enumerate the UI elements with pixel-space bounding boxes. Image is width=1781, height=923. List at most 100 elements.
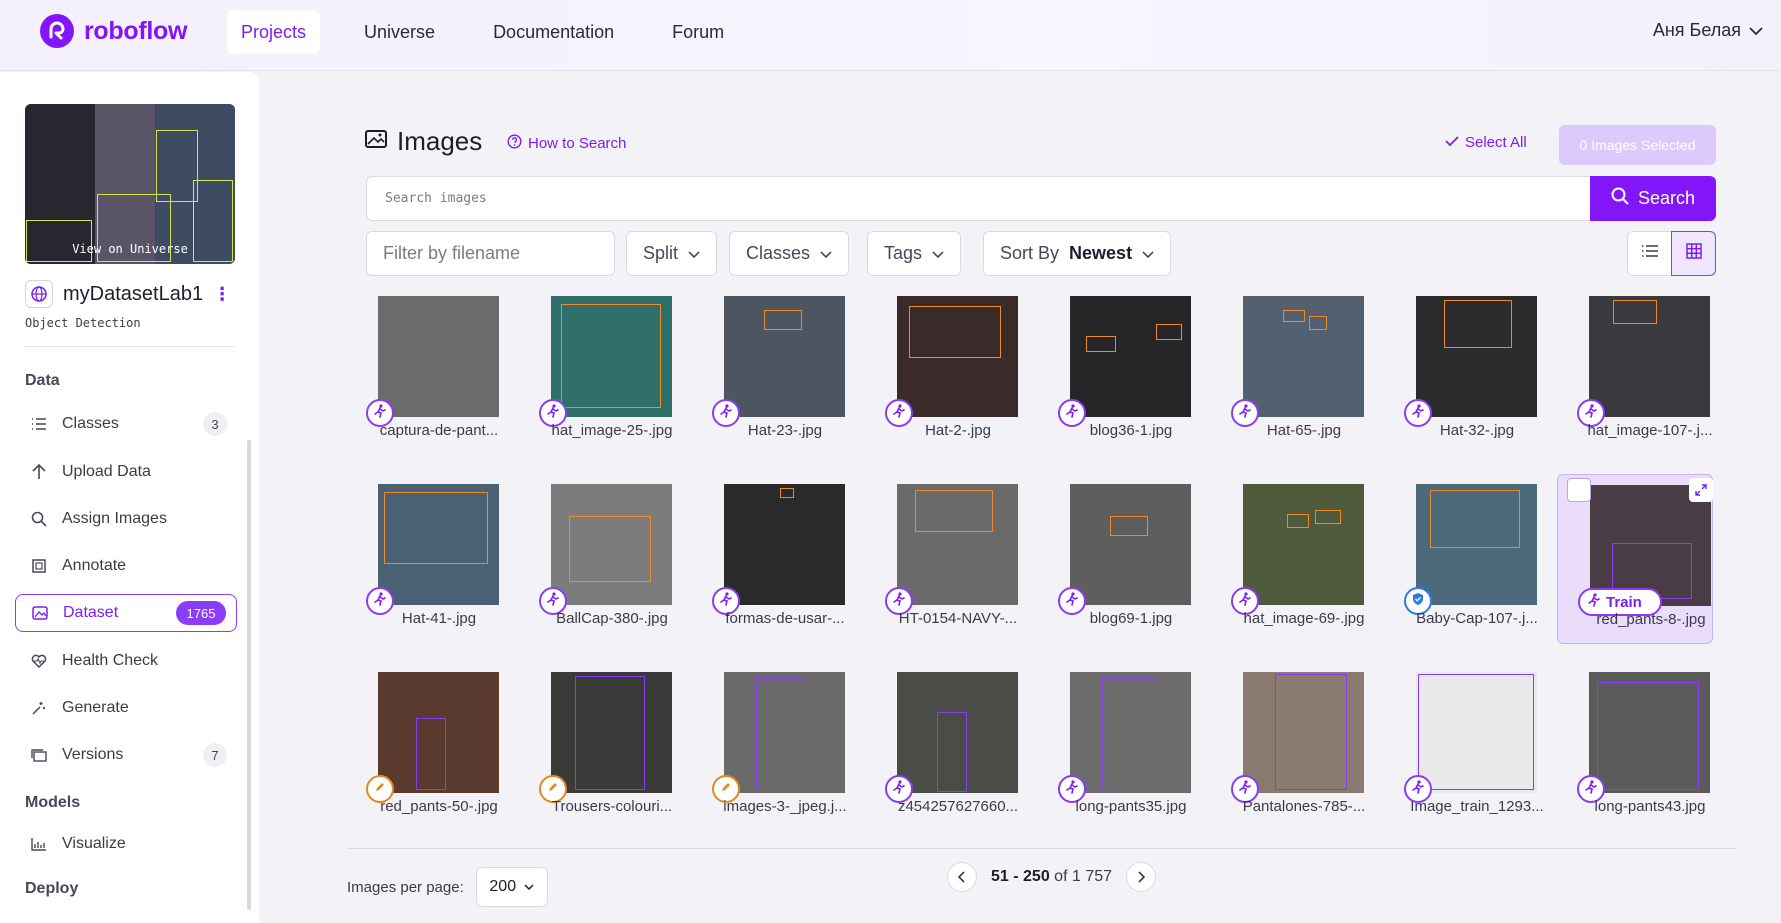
image-card[interactable]: hat_image-107-.j... [1557,286,1713,456]
image-card[interactable]: Hat-23-.jpg [692,286,848,456]
image-card[interactable]: BallCap-380-.jpg [519,474,675,644]
image-thumbnail[interactable] [897,672,1018,793]
image-thumbnail[interactable] [551,484,672,605]
runner-icon [1412,403,1424,423]
grid-view-toggle[interactable] [1671,231,1716,276]
image-thumbnail[interactable] [1416,672,1537,793]
image-thumbnail[interactable] [724,296,845,417]
image-card[interactable]: blog36-1.jpg [1038,286,1194,456]
image-filename: Hat-23-.jpg [747,422,823,439]
image-card[interactable]: Trousers-colouri... [519,662,675,832]
image-card[interactable]: Hat-2-.jpg [865,286,1021,456]
next-page-button[interactable] [1126,862,1157,892]
expand-icon[interactable] [1689,478,1713,502]
image-card[interactable]: Train red_pants-8-.jpg [1557,474,1713,644]
nav-universe[interactable]: Universe [350,10,449,54]
nav-projects[interactable]: Projects [227,10,321,54]
dataset-thumbnail[interactable]: View on Universe [25,104,235,264]
shield-check-icon [1411,592,1425,611]
image-thumbnail[interactable] [724,484,845,605]
list-view-toggle[interactable] [1627,231,1672,276]
image-thumbnail[interactable] [551,296,672,417]
image-thumbnail[interactable] [378,296,499,417]
nav-documentation[interactable]: Documentation [479,10,628,54]
bounding-box [384,492,488,564]
image-card[interactable]: captura-de-pant... [346,286,502,456]
image-card[interactable]: Baby-Cap-107-.j... [1384,474,1540,644]
how-to-search-link[interactable]: How to Search [507,134,626,153]
image-thumbnail[interactable] [1070,484,1191,605]
sort-dropdown[interactable]: Sort By Newest [983,231,1172,276]
search-icon [28,511,50,527]
image-thumbnail[interactable] [1416,484,1537,605]
nav-forum[interactable]: Forum [658,10,738,54]
image-thumbnail[interactable] [1589,672,1710,793]
image-card[interactable]: blog69-1.jpg [1038,474,1194,644]
image-thumbnail[interactable] [1070,296,1191,417]
image-thumbnail[interactable] [1243,296,1364,417]
image-thumbnail[interactable] [378,484,499,605]
sidebar-item-dataset[interactable]: Dataset 1765 [15,594,237,632]
image-card[interactable]: HT-0154-NAVY-... [865,474,1021,644]
select-all-button[interactable]: Select All [1445,134,1527,151]
select-checkbox[interactable] [1567,478,1591,502]
image-card[interactable]: images-3-_jpeg.j... [692,662,848,832]
sidebar-item-upload-data[interactable]: Upload Data [15,453,237,491]
runner-icon [1585,779,1597,799]
roboflow-logo[interactable]: roboflow [40,14,187,48]
sidebar-item-versions[interactable]: Versions 7 [15,736,237,774]
images-selected-button[interactable]: 0 Images Selected [1559,125,1716,165]
tags-dropdown[interactable]: Tags [867,231,962,276]
images-icon [365,130,387,153]
heart-pulse-icon [28,654,50,668]
image-card[interactable]: long-pants43.jpg [1557,662,1713,832]
per-page-select[interactable]: 200 [475,867,548,907]
sidebar-item-classes[interactable]: Classes 3 [15,405,237,443]
prev-page-button[interactable] [947,862,977,892]
image-card[interactable]: hat_image-69-.jpg [1211,474,1367,644]
image-thumbnail[interactable] [1589,296,1710,417]
sidebar-item-visualize[interactable]: Visualize [15,825,237,863]
filename-filter-input[interactable]: Filter by filename [366,231,615,276]
sidebar-item-label: Assign Images [62,510,167,527]
image-card[interactable]: z454257627660... [865,662,1021,832]
search-input[interactable]: Search images [366,176,1591,221]
image-card[interactable]: Image_train_1293... [1384,662,1544,832]
bounding-box [1315,510,1341,524]
tags-label: Tags [884,243,923,263]
user-menu[interactable]: Аня Белая [1653,20,1763,41]
bounding-box [1444,300,1512,348]
sort-value: Newest [1069,243,1133,263]
image-card[interactable]: Pantalones-785-... [1211,662,1367,832]
bounding-box [1156,324,1182,340]
kebab-menu-icon[interactable]: ⋮ [213,284,231,305]
image-thumbnail[interactable] [1243,484,1364,605]
image-thumbnail[interactable] [1070,672,1191,793]
image-thumbnail[interactable] [897,296,1018,417]
image-card[interactable]: Hat-65-.jpg [1211,286,1367,456]
image-thumbnail[interactable] [897,484,1018,605]
image-card[interactable]: Hat-32-.jpg [1384,286,1540,456]
image-card[interactable]: Hat-41-.jpg [346,474,502,644]
sidebar-item-assign-images[interactable]: Assign Images [15,500,237,538]
sidebar-scrollbar[interactable] [247,440,251,910]
image-card[interactable]: hat_image-25-.jpg [519,286,675,456]
images-icon [29,606,51,620]
bounding-box [1287,514,1309,528]
split-dropdown[interactable]: Split [626,231,718,276]
image-thumbnail[interactable] [724,672,845,793]
sidebar-item-annotate[interactable]: Annotate [15,547,237,585]
sidebar-item-health-check[interactable]: Health Check [15,642,237,680]
runner-icon [1585,403,1597,423]
image-thumbnail[interactable] [378,672,499,793]
image-thumbnail[interactable] [1243,672,1364,793]
image-card[interactable]: formas-de-usar-... [692,474,848,644]
image-thumbnail[interactable] [551,672,672,793]
search-button[interactable]: Search [1590,176,1716,221]
image-thumbnail[interactable] [1416,296,1537,417]
classes-dropdown[interactable]: Classes [729,231,850,276]
image-card[interactable]: long-pants35.jpg [1038,662,1194,832]
footer-divider [347,848,1737,849]
sidebar-item-generate[interactable]: Generate [15,689,237,727]
image-card[interactable]: red_pants-50-.jpg [346,662,502,832]
